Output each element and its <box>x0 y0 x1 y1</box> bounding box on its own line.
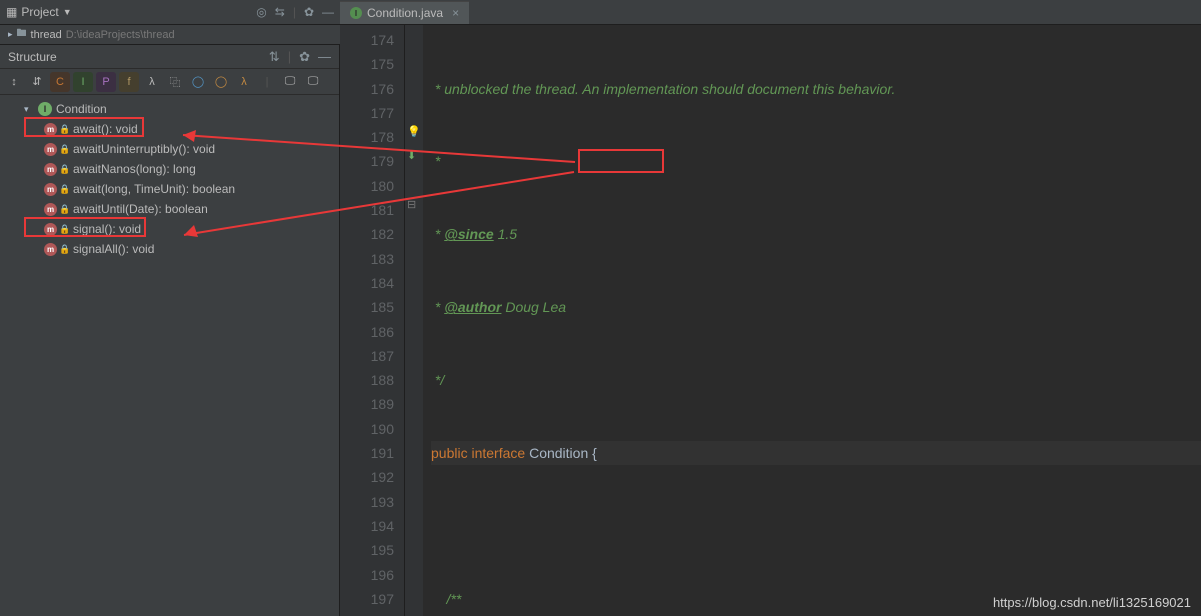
tree-icon[interactable]: ⿻ <box>165 72 185 92</box>
breadcrumb-path: D:\ideaProjects\thread <box>66 29 175 41</box>
minimize-icon[interactable]: — <box>318 49 331 65</box>
lock-icon: 🔒 <box>59 144 69 154</box>
divider: | <box>288 49 291 65</box>
project-label-text: Project <box>21 5 58 19</box>
class-name-label: Condition <box>56 102 107 116</box>
code-editor[interactable]: 174 175 176 177 178 179 180 181 182 183 … <box>340 25 1201 616</box>
tree-method-await[interactable]: m🔒 await(): void <box>0 119 339 139</box>
method-label: awaitUntil(Date): boolean <box>73 202 208 216</box>
implements-icon[interactable]: ⬇ <box>407 149 416 162</box>
divider: | <box>293 5 296 19</box>
interface-icon: I <box>350 7 362 19</box>
method-icon: m <box>44 163 57 176</box>
chevron-down-icon: ▼ <box>63 7 72 17</box>
expand-icon[interactable]: ⇅ <box>269 49 280 65</box>
chevron-right-icon: ▸ <box>8 29 13 40</box>
class-name-token: Condition <box>529 445 588 461</box>
lambda2-icon[interactable]: λ <box>234 72 254 92</box>
collapse-icon[interactable]: ⇆ <box>275 5 285 19</box>
tree-method-awaitUninterruptibly[interactable]: m🔒 awaitUninterruptibly(): void <box>0 139 339 159</box>
method-label: awaitUninterruptibly(): void <box>73 142 215 156</box>
chevron-down-icon: ▾ <box>24 104 34 115</box>
lock-icon: 🔒 <box>59 184 69 194</box>
lock-icon: 🔒 <box>59 124 69 134</box>
method-icon: m <box>44 183 57 196</box>
gear-icon[interactable]: ✿ <box>304 5 314 19</box>
fold-icon[interactable]: ⊟ <box>407 198 416 211</box>
breadcrumb[interactable]: ▸ 🖿 thread D:\ideaProjects\thread <box>0 25 340 45</box>
close-icon[interactable]: × <box>452 6 459 20</box>
structure-tree: ▾ I Condition m🔒 await(): void m🔒 awaitU… <box>0 95 339 263</box>
line-number-gutter: 174 175 176 177 178 179 180 181 182 183 … <box>340 25 405 616</box>
method-icon: m <box>44 143 57 156</box>
structure-toolbar: ↕ ⇵ C I P f λ ⿻ ◯ ◯ λ | 🖵 🖵 <box>0 69 339 95</box>
breadcrumb-name: thread <box>31 29 62 41</box>
filter-field-icon[interactable]: f <box>119 72 139 92</box>
project-icon: ▦ <box>6 5 17 19</box>
method-label: await(): void <box>73 122 138 136</box>
filter-property-icon[interactable]: P <box>96 72 116 92</box>
filter-interface-icon[interactable]: I <box>73 72 93 92</box>
method-icon: m <box>44 123 57 136</box>
interface-icon: I <box>38 102 52 116</box>
lock-icon: 🔒 <box>59 204 69 214</box>
autoscroll-icon[interactable]: 🖵 <box>280 72 300 92</box>
method-icon: m <box>44 223 57 236</box>
method-label: signalAll(): void <box>73 242 154 256</box>
tab-filename: Condition.java <box>367 6 443 20</box>
sort-alpha-icon[interactable]: ⇵ <box>27 72 47 92</box>
autoscroll-from-icon[interactable]: 🖵 <box>303 72 323 92</box>
inherit-icon[interactable]: ◯ <box>188 72 208 92</box>
folder-icon: 🖿 <box>17 26 27 43</box>
tree-class-node[interactable]: ▾ I Condition <box>0 99 339 119</box>
anon-icon[interactable]: ◯ <box>211 72 231 92</box>
tree-method-signalAll[interactable]: m🔒 signalAll(): void <box>0 239 339 259</box>
divider: | <box>257 72 277 92</box>
method-label: await(long, TimeUnit): boolean <box>73 182 235 196</box>
tree-method-awaitUntil[interactable]: m🔒 awaitUntil(Date): boolean <box>0 199 339 219</box>
method-icon: m <box>44 243 57 256</box>
target-icon[interactable]: ◎ <box>256 5 266 19</box>
tree-method-awaitTimeUnit[interactable]: m🔒 await(long, TimeUnit): boolean <box>0 179 339 199</box>
method-label: signal(): void <box>73 222 141 236</box>
tree-method-signal[interactable]: m🔒 signal(): void <box>0 219 339 239</box>
lock-icon: 🔒 <box>59 244 69 254</box>
project-dropdown[interactable]: ▦ Project ▼ <box>6 5 72 19</box>
code-area[interactable]: * unblocked the thread. An implementatio… <box>423 25 1201 616</box>
bulb-icon[interactable]: 💡 <box>407 125 421 138</box>
structure-title: Structure <box>8 50 57 64</box>
method-label: awaitNanos(long): long <box>73 162 196 176</box>
filter-lambda-icon[interactable]: λ <box>142 72 162 92</box>
filter-class-icon[interactable]: C <box>50 72 70 92</box>
watermark: https://blog.csdn.net/li1325169021 <box>993 595 1191 610</box>
minimize-icon[interactable]: — <box>322 5 334 19</box>
sort-icon[interactable]: ↕ <box>4 72 24 92</box>
gear-icon[interactable]: ✿ <box>299 49 310 65</box>
icon-gutter: 💡 ⬇ ⊟ <box>405 25 423 616</box>
file-tab[interactable]: I Condition.java × <box>340 1 469 24</box>
lock-icon: 🔒 <box>59 224 69 234</box>
method-icon: m <box>44 203 57 216</box>
lock-icon: 🔒 <box>59 164 69 174</box>
tree-method-awaitNanos[interactable]: m🔒 awaitNanos(long): long <box>0 159 339 179</box>
